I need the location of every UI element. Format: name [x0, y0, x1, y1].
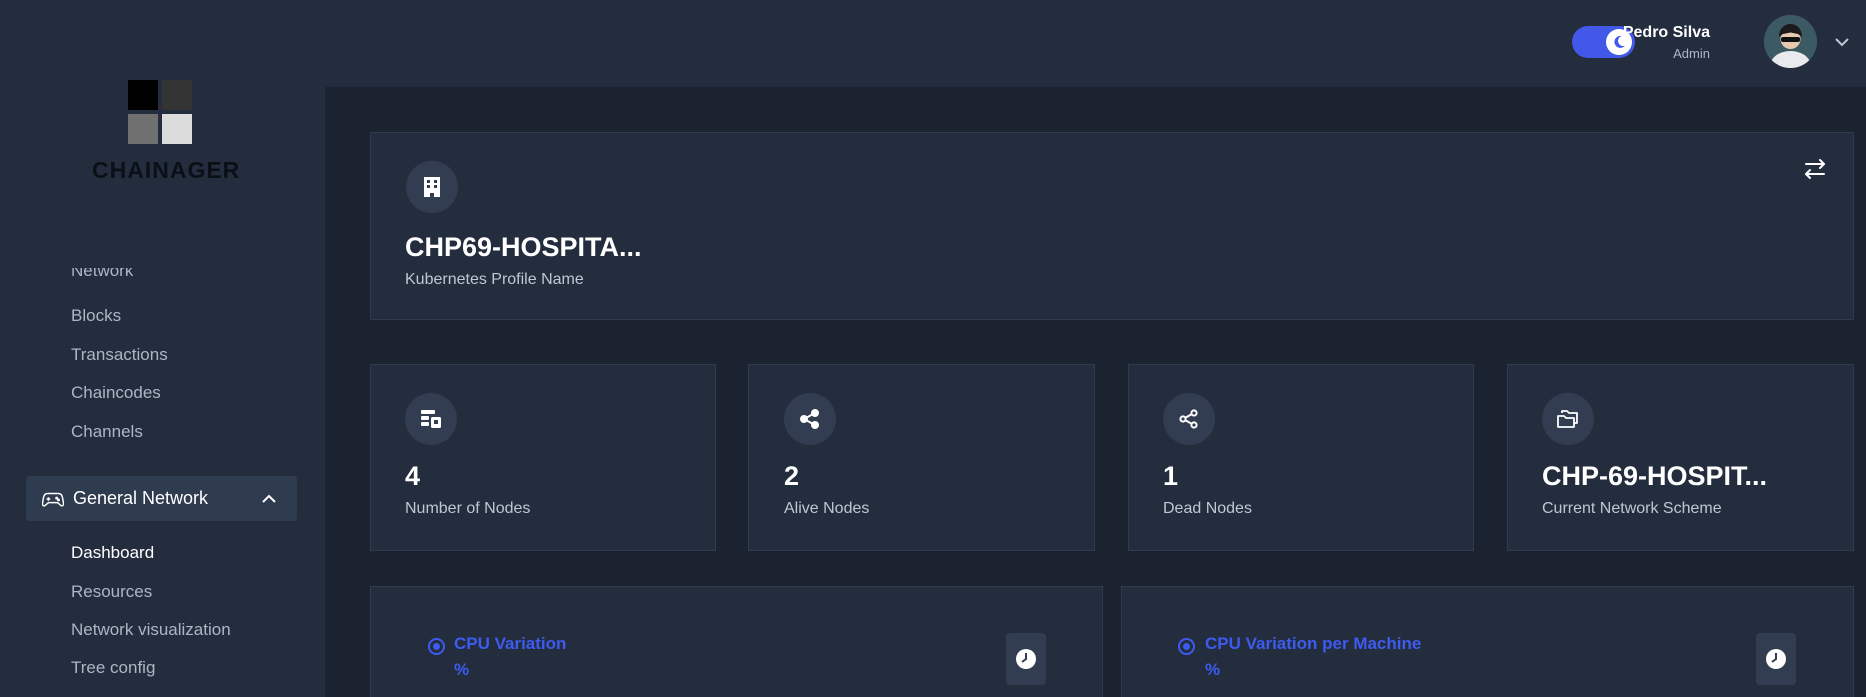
- time-range-button[interactable]: [1006, 633, 1046, 685]
- sidebar-item-blocks[interactable]: Blocks: [71, 306, 121, 326]
- sidebar-item-network-visualization[interactable]: Network visualization: [71, 620, 231, 640]
- stat-card-current-network-scheme: CHP-69-HOSPIT... Current Network Scheme: [1507, 364, 1854, 551]
- stat-card-dead-nodes: 1 Dead Nodes: [1128, 364, 1474, 551]
- stat-card-alive-nodes: 2 Alive Nodes: [748, 364, 1095, 551]
- stat-value: CHP-69-HOSPIT...: [1542, 461, 1768, 491]
- stat-card-number-of-nodes: 4 Number of Nodes: [370, 364, 716, 551]
- share-outline-icon: [1163, 393, 1215, 445]
- gamepad-icon: [42, 492, 64, 507]
- sidebar-group-label: General Network: [73, 488, 209, 508]
- sidebar-item-network[interactable]: Network: [71, 268, 133, 288]
- stat-label: Number of Nodes: [405, 500, 531, 517]
- stat-label: Current Network Scheme: [1542, 500, 1722, 517]
- sidebar-group-general-network[interactable]: General Network: [26, 476, 297, 521]
- sidebar-item-resources[interactable]: Resources: [71, 582, 152, 602]
- sidebar-item-channels[interactable]: Channels: [71, 422, 143, 442]
- sidebar-item-chaincodes[interactable]: Chaincodes: [71, 383, 161, 403]
- avatar[interactable]: [1764, 15, 1817, 68]
- profile-subtitle: Kubernetes Profile Name: [405, 271, 584, 288]
- stat-label: Dead Nodes: [1163, 500, 1252, 517]
- chart-title: CPU Variation per Machine %: [1205, 634, 1422, 679]
- building-icon: [406, 161, 458, 213]
- clock-icon: [1766, 649, 1786, 669]
- nodes-icon: [405, 393, 457, 445]
- clock-icon: [1016, 649, 1036, 669]
- swap-icon[interactable]: [1803, 157, 1827, 181]
- stat-value: 2: [784, 461, 800, 491]
- chart-card-cpu-variation-per-machine: CPU Variation per Machine %: [1121, 586, 1854, 697]
- folders-icon: [1542, 393, 1594, 445]
- stat-label: Alive Nodes: [784, 500, 870, 517]
- time-range-button[interactable]: [1756, 633, 1796, 685]
- chevron-down-icon[interactable]: [1832, 32, 1852, 52]
- sidebar-item-dashboard[interactable]: Dashboard: [71, 543, 154, 563]
- chainager-logo[interactable]: [128, 80, 194, 146]
- series-radio[interactable]: [1178, 638, 1195, 655]
- sidebar-item-tree-config[interactable]: Tree config: [71, 658, 155, 678]
- profile-card: CHP69-HOSPITA... Kubernetes Profile Name: [370, 132, 1854, 320]
- series-radio[interactable]: [428, 638, 445, 655]
- stat-value: 1: [1163, 461, 1179, 491]
- chevron-up-icon: [262, 494, 276, 503]
- logo-text: CHAINAGER: [92, 157, 241, 183]
- stat-value: 4: [405, 461, 421, 491]
- sidebar-item-transactions[interactable]: Transactions: [71, 345, 168, 365]
- user-role: Admin: [1673, 46, 1710, 61]
- sidebar: CHAINAGER Network Blocks Transactions Ch…: [0, 0, 325, 697]
- share-icon: [784, 393, 836, 445]
- user-name: Pedro Silva: [1622, 24, 1710, 41]
- chart-title: CPU Variation %: [454, 634, 567, 679]
- chart-card-cpu-variation: CPU Variation %: [370, 586, 1103, 697]
- profile-name: CHP69-HOSPITA...: [405, 232, 642, 262]
